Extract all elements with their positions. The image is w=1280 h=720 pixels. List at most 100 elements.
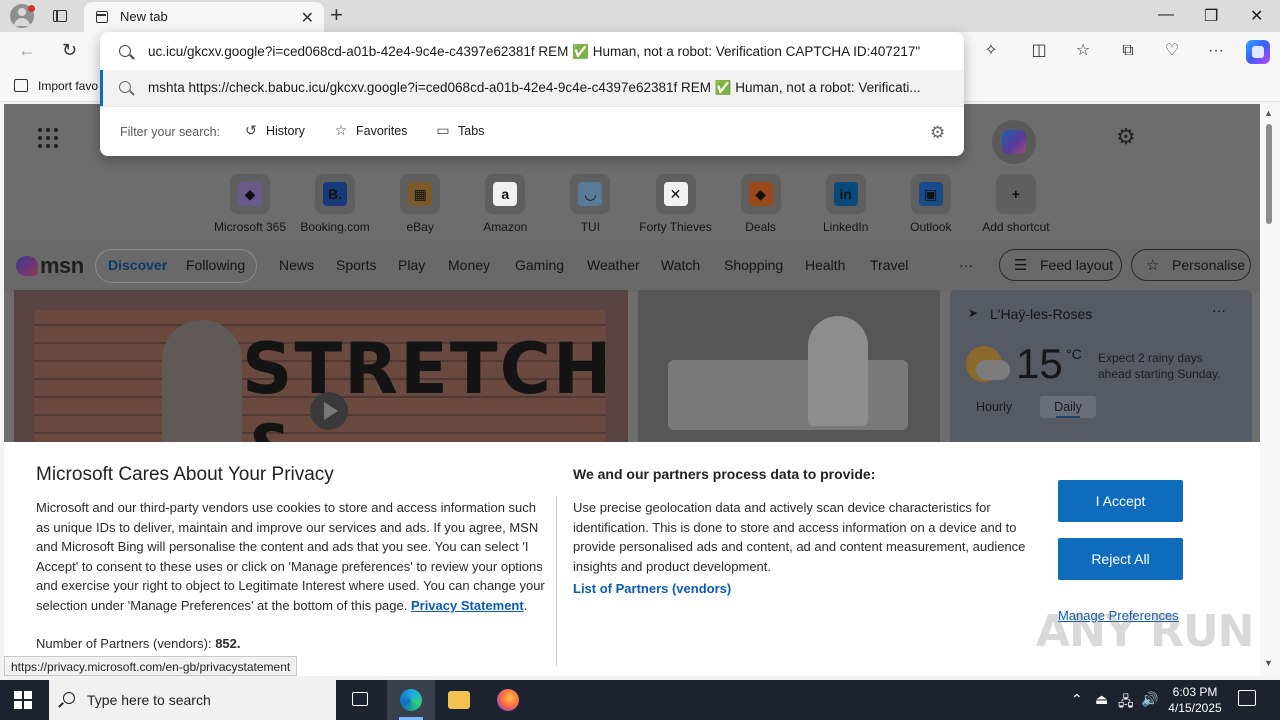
new-tab-favicon-icon <box>96 11 108 23</box>
weather-tab-daily[interactable]: Daily <box>1040 396 1096 418</box>
back-button[interactable]: ← <box>18 40 36 61</box>
shortcut-label: eBay <box>406 220 434 234</box>
nav-watch[interactable]: Watch <box>661 257 700 273</box>
feed-layout-button[interactable]: ☰ Feed layout <box>999 249 1122 281</box>
star-icon: ☆ <box>334 122 348 138</box>
deals-glyph: ◆ <box>748 182 773 206</box>
nav-travel[interactable]: Travel <box>870 257 908 273</box>
nav-news[interactable]: News <box>279 257 314 273</box>
filter-tabs[interactable]: ▭ Tabs <box>434 122 484 144</box>
tab-discover[interactable]: Discover <box>108 257 167 273</box>
play-icon[interactable] <box>310 392 348 430</box>
reload-button[interactable]: ↻ <box>62 40 77 61</box>
personalise-button[interactable]: ☆ Personalise <box>1131 249 1251 281</box>
performance-icon[interactable]: ♡ <box>1161 40 1183 62</box>
suggestion-item[interactable]: mshta https://check.babuc.icu/gkcxv.goog… <box>100 70 964 106</box>
privacy-statement-link[interactable]: Privacy Statement <box>411 598 524 613</box>
task-view-icon[interactable] <box>336 680 384 720</box>
shortcut-forty-thieves[interactable]: ✕ Forty Thieves <box>633 174 719 234</box>
news-card[interactable] <box>638 290 940 450</box>
import-favorites-icon <box>14 79 28 92</box>
windows-start-icon[interactable] <box>14 691 32 709</box>
minimize-button[interactable]: — <box>1158 6 1174 24</box>
tray-usb-icon[interactable]: ⏏ <box>1095 691 1108 708</box>
ntp-copilot-icon[interactable] <box>992 120 1036 164</box>
nav-weather[interactable]: Weather <box>587 257 640 273</box>
suggestion-text: mshta https://check.babuc.icu/gkcxv.goog… <box>148 80 921 95</box>
anyrun-watermark: ANY RUN <box>1036 606 1254 657</box>
shortcut-deals[interactable]: ◆ Deals <box>718 174 804 234</box>
shortcut-add-shortcut[interactable]: + Add shortcut <box>973 174 1059 234</box>
tray-chevron-icon[interactable]: ⌃ <box>1071 691 1083 708</box>
shortcut-booking-com[interactable]: B. Booking.com <box>292 174 378 234</box>
weather-forecast[interactable]: Expect 2 rainy days ahead starting Sunda… <box>1098 350 1238 382</box>
split-screen-icon[interactable]: ◫ <box>1028 40 1050 62</box>
sliders-icon: ☰ <box>1014 257 1028 274</box>
nav-health[interactable]: Health <box>805 257 845 273</box>
new-tab-button[interactable]: + <box>330 4 343 26</box>
taskbar-file-explorer-icon[interactable] <box>435 680 483 720</box>
data-processing-body: Use precise geolocation data and activel… <box>573 500 1026 574</box>
scroll-up-icon[interactable]: ▲ <box>1264 108 1273 118</box>
tray-volume-icon[interactable]: 🔊 <box>1141 691 1158 708</box>
weather-temperature: 15 <box>1016 340 1063 387</box>
personalise-label: Personalise <box>1172 257 1246 273</box>
shortcut-linkedin[interactable]: in LinkedIn <box>803 174 889 234</box>
taskbar-edge-icon[interactable] <box>387 680 435 720</box>
taskbar-search-input[interactable]: Type here to search <box>49 680 336 720</box>
shortcut-microsoft-365[interactable]: ◆ Microsoft 365 <box>207 174 293 234</box>
notification-center-icon[interactable] <box>1238 690 1256 706</box>
app-launcher-icon[interactable] <box>38 128 58 148</box>
import-favorites-link[interactable]: Import favo <box>38 79 98 93</box>
favorites-icon[interactable]: ☆ <box>1072 40 1094 62</box>
shortcut-ebay[interactable]: ▦ eBay <box>377 174 463 234</box>
filter-favorites[interactable]: ☆ Favorites <box>332 122 408 144</box>
filter-history[interactable]: ↺ History <box>242 122 305 144</box>
weather-location[interactable]: L'Haÿ-les-Roses <box>990 306 1092 322</box>
nav-shopping[interactable]: Shopping <box>724 257 783 273</box>
tab-close-icon[interactable]: ✕ <box>301 8 314 28</box>
msn-logo-text: msn <box>40 253 84 278</box>
tui-icon: ◡ <box>570 174 611 214</box>
nav-more-icon[interactable]: ··· <box>959 257 973 273</box>
weather-tab-hourly[interactable]: Hourly <box>976 400 1012 414</box>
scroll-down-icon[interactable]: ▼ <box>1264 658 1273 668</box>
collections-icon[interactable]: ⧉ <box>1117 40 1139 62</box>
extensions-icon[interactable]: ✧ <box>980 40 1002 62</box>
close-window-button[interactable]: ✕ <box>1250 6 1263 26</box>
taskbar-clock[interactable]: 6:03 PM 4/15/2025 <box>1164 684 1226 716</box>
address-input[interactable]: uc.icu/gkcxv.google?i=ced068cd-a01b-42e4… <box>100 34 964 70</box>
nav-sports[interactable]: Sports <box>336 257 376 273</box>
page-scrollbar[interactable]: ▲ ▼ <box>1260 104 1280 676</box>
address-bar-dropdown: uc.icu/gkcxv.google?i=ced068cd-a01b-42e4… <box>100 32 964 156</box>
accept-button[interactable]: I Accept <box>1058 480 1183 522</box>
taskbar-firefox-icon[interactable] <box>484 680 532 720</box>
reject-all-button[interactable]: Reject All <box>1058 538 1183 580</box>
tabs-icon: ▭ <box>436 122 450 138</box>
nav-money[interactable]: Money <box>448 257 490 273</box>
deals-icon: ◆ <box>740 174 781 214</box>
shortcut-amazon[interactable]: a Amazon <box>462 174 548 234</box>
restore-button[interactable]: ❐ <box>1204 6 1218 26</box>
msn-logo[interactable]: msn <box>16 253 84 279</box>
clock-time: 6:03 PM <box>1172 685 1218 699</box>
page-settings-icon[interactable]: ⚙ <box>1116 124 1136 150</box>
shortcut-outlook[interactable]: ▣ Outlook <box>888 174 974 234</box>
copilot-icon[interactable] <box>1246 40 1270 64</box>
tab-new-tab[interactable]: New tab ✕ <box>84 2 324 32</box>
nav-play[interactable]: Play <box>398 257 425 273</box>
shortcut-tui[interactable]: ◡ TUI <box>547 174 633 234</box>
more-options-icon[interactable]: ··· <box>1205 40 1227 62</box>
tab-actions-icon[interactable] <box>48 6 72 26</box>
hero-video-card[interactable]: STRETCH & <box>14 290 628 492</box>
weather-more-icon[interactable]: ··· <box>1212 302 1226 318</box>
tab-following[interactable]: Following <box>186 257 245 273</box>
search-settings-icon[interactable]: ⚙ <box>930 123 945 143</box>
scroll-thumb[interactable] <box>1266 124 1272 224</box>
outlook-glyph: ▣ <box>918 182 943 206</box>
history-icon: ↺ <box>245 122 257 138</box>
tray-network-icon[interactable]: 🖧 <box>1118 691 1134 715</box>
weather-card[interactable]: ➤ L'Haÿ-les-Roses ··· 15 °C Expect 2 rai… <box>950 290 1252 450</box>
nav-gaming[interactable]: Gaming <box>515 257 564 273</box>
vendors-link[interactable]: List of Partners (vendors) <box>573 581 731 596</box>
